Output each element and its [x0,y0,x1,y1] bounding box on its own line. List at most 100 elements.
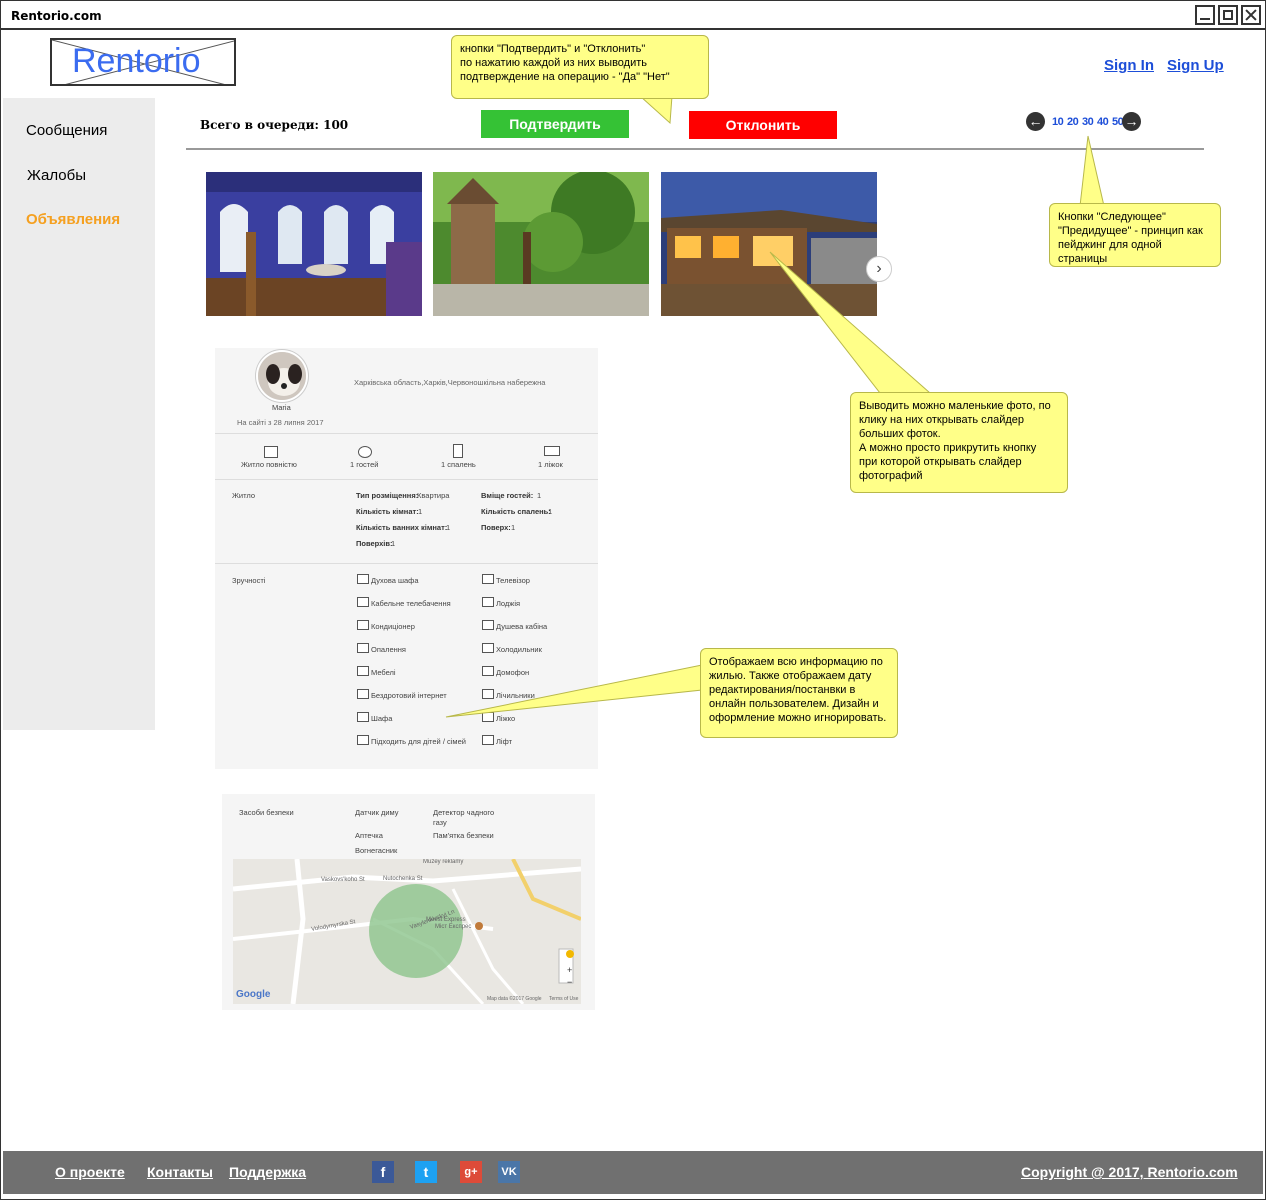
amenity-icon [357,689,369,699]
amenity-icon [357,574,369,584]
safety-map-panel: Засоби безпеки Датчик диму Детектор чадн… [222,794,595,1010]
amenity-icon [482,666,494,676]
amenity-item: Опалення [371,645,406,654]
page-link[interactable]: 40 [1097,116,1109,128]
listing-photo-2[interactable] [433,172,649,316]
amenity-icon [482,574,494,584]
sidebar-item-listings[interactable]: Объявления [26,211,120,228]
guests-icon [358,446,372,458]
amenity-icon [357,597,369,607]
location-map[interactable]: Vaskovs'koho St Volodymyrska St Nutochen… [233,859,581,1004]
note-info: Отображаем всю информацию по жилью. Такж… [700,648,898,738]
close-button[interactable] [1241,5,1261,25]
sign-up-link[interactable]: Sign Up [1167,57,1224,74]
amenity-icon [482,689,494,699]
housing-value: 1 [446,523,451,532]
amenity-icon [482,712,494,722]
map-place-label: Meest Express [426,917,466,923]
safety-item: Вогнегасник [355,846,398,855]
stat-beds: 1 ліжок [538,460,563,469]
note-photos: Выводить можно маленькие фото, по клику … [850,392,1068,493]
amenity-item: Душева кабіна [496,622,548,631]
amenity-icon [482,643,494,653]
amenity-icon [482,620,494,630]
page-link[interactable]: 20 [1067,116,1079,128]
amenity-item: Телевізор [496,576,530,585]
google-plus-icon[interactable]: g+ [460,1161,482,1183]
zoom-out-button[interactable]: − [567,977,572,987]
safety-label: Засоби безпеки [239,808,294,817]
stat-guests: 1 гостей [350,460,379,469]
next-arrow-icon[interactable]: → [1122,112,1141,131]
listing-address: Харківська область,Харків,Червоношкільна… [354,378,546,387]
stat-type: Житло повністю [241,460,297,469]
housing-value: 1 [511,523,516,532]
listing-photo-1[interactable] [206,172,422,316]
housing-label: Житло [232,491,256,500]
previous-arrow-icon[interactable]: ← [1026,112,1045,131]
map-attribution: Map data ©2017 Google [487,996,542,1002]
amenity-item: Лоджія [496,599,521,608]
amenities-label: Зручності [232,576,266,585]
amenity-icon [482,597,494,607]
slider-next-button[interactable]: › [866,256,892,282]
twitter-icon[interactable]: t [415,1161,437,1183]
amenity-item: Холодильник [496,645,542,654]
home-icon [264,446,278,458]
bed-icon [544,446,560,456]
housing-key: Кількість спалень: [481,507,551,516]
listing-photo-3[interactable] [661,172,877,316]
logo[interactable]: Rentorio [50,38,236,86]
map-street-label: Vaskovs'koho St [321,877,365,883]
footer-link-about[interactable]: О проекте [55,1164,125,1180]
title-bar: Rentorio.com [1,1,1265,30]
amenity-item: Духова шафа [371,576,419,585]
housing-key: Кількість ванних кімнат: [356,523,448,532]
stat-bedrooms: 1 спалень [441,460,476,469]
page-link[interactable]: 30 [1082,116,1094,128]
amenity-icon [357,666,369,676]
listing-info-panel: Maria На сайті з 28 липня 2017 Харківськ… [215,348,598,769]
amenity-item: Домофон [496,668,530,677]
footer-link-contacts[interactable]: Контакты [147,1164,213,1180]
zoom-in-button[interactable]: + [567,965,572,975]
housing-key: Поверхів: [356,539,393,548]
window-title: Rentorio.com [11,9,102,23]
sidebar: Сообщения Жалобы Объявления [3,98,155,730]
amenity-item: Підходить для дітей / сімей [371,737,466,746]
host-name: Maria [272,403,291,412]
minimize-button[interactable] [1195,5,1215,25]
amenity-item: Кондиціонер [371,622,415,631]
note-buttons: кнопки "Подтвердить" и "Отклонить" по на… [451,35,709,99]
reject-button[interactable]: Отклонить [689,111,837,139]
sidebar-item-messages[interactable]: Сообщения [26,122,107,139]
sign-in-link[interactable]: Sign In [1104,57,1154,74]
vk-icon[interactable]: VK [498,1161,520,1183]
housing-key: Вмiще гостей: [481,491,534,500]
amenity-item: Ліжко [496,714,516,723]
panel-divider [215,479,598,480]
housing-key: Тип розміщення: [356,491,419,500]
map-street-label: Nutochenka St [383,876,423,882]
note-pager: Кнопки "Следующее" "Предидущее" - принци… [1049,203,1221,267]
map-terms-link[interactable]: Terms of Use [549,996,578,1002]
host-since: На сайті з 28 липня 2017 [237,418,324,427]
logo-text: Rentorio [72,42,201,80]
page-link[interactable]: 10 [1052,116,1064,128]
amenity-icon [357,712,369,722]
panel-divider [215,563,598,564]
amenity-icon [357,643,369,653]
footer: О проекте Контакты Поддержка f t g+ VK Copy… [3,1151,1263,1194]
safety-item: Пам'ятка безпеки [433,831,494,840]
amenity-icon [357,735,369,745]
door-icon [453,444,463,458]
footer-link-support[interactable]: Поддержка [229,1164,306,1180]
housing-value: 1 [418,507,423,516]
confirm-button[interactable]: Подтвердить [481,110,629,138]
housing-value: 1 [537,491,542,500]
facebook-icon[interactable]: f [372,1161,394,1183]
safety-item: Детектор чадного газу [433,808,495,827]
maximize-button[interactable] [1218,5,1238,25]
sidebar-item-complaints[interactable]: Жалобы [27,167,86,184]
copyright: Copyright @ 2017, Rentorio.com [1021,1164,1238,1180]
